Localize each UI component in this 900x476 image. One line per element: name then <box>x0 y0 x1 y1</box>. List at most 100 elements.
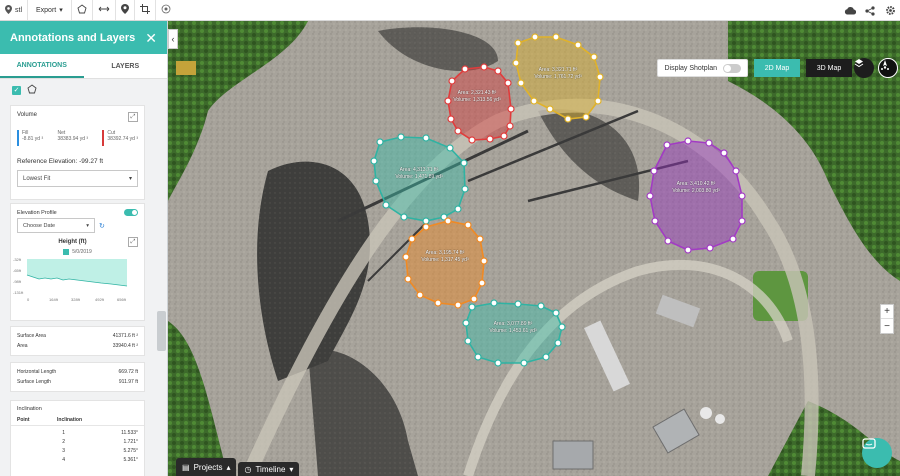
measure-tool[interactable] <box>93 0 116 20</box>
choose-date-select[interactable]: Choose Date ▾ <box>17 218 95 233</box>
shotplan-switch[interactable] <box>723 63 741 73</box>
collapse-sidebar-button[interactable]: ‹ <box>168 29 178 49</box>
bottom-bar: ▤ Projects ▴ ◷ Timeline ▾ <box>176 458 300 476</box>
location-selector[interactable]: stl <box>0 0 28 20</box>
net-value: 38383.94 yd ³ <box>57 136 89 142</box>
chart-legend: 5/0/2019 <box>11 247 144 255</box>
polygon-icon[interactable] <box>27 81 37 99</box>
export-menu[interactable]: Export ▾ <box>28 0 72 20</box>
chevron-down-icon: ▾ <box>59 7 63 14</box>
polygon-label: Area: 3,410.42 ft² Volume: 2,003.80 yd³ <box>663 181 729 195</box>
inclination-value: 5.361° <box>123 457 138 463</box>
target-tool[interactable] <box>156 0 176 20</box>
horizontal-length-value: 669.72 ft <box>118 369 138 375</box>
table-row: 3 5.275° <box>11 448 144 454</box>
view-3d-button[interactable]: 3D Map <box>806 59 852 77</box>
target-icon <box>161 4 171 16</box>
table-row: 4 5.361° <box>11 457 144 463</box>
x-tick: 492ft <box>95 297 105 302</box>
close-icon[interactable]: ✕ <box>145 31 157 45</box>
sidebar-scrollbar[interactable] <box>157 311 166 351</box>
cut-stat: Cut 38392.74 yd ³ <box>102 130 138 146</box>
net-stat: Net 38383.94 yd ³ <box>57 130 88 146</box>
cut-fill-row: Fill -8.81 yd ³ Net 38383.94 yd ³ Cut 38392… <box>11 122 144 146</box>
crop-tool[interactable] <box>135 0 156 20</box>
area-label: Area <box>17 343 28 349</box>
annotation-filter-row: ✓ <box>0 79 167 101</box>
tab-layers[interactable]: LAYERS <box>84 54 168 78</box>
polygon-volume: Volume: 2,003.80 yd³ <box>672 188 720 194</box>
chevron-up-icon: ▴ <box>226 462 231 472</box>
inclination-point: 3 <box>62 448 65 454</box>
shotplan-toggle[interactable]: Display Shotplan <box>657 59 748 77</box>
polygon-volume: Volume: 1,313.56 yd³ <box>453 97 501 103</box>
polygon-label: Area: 4,313.71 ft² Volume: 1,471.89 yd³ <box>386 167 452 181</box>
table-row: 1 11.533° <box>11 430 144 436</box>
polygon-label: Area: 2,321.43 ft² Volume: 1,313.56 yd³ <box>444 90 510 104</box>
refresh-icon[interactable]: ↻ <box>99 222 105 230</box>
inclination-value: 5.275° <box>123 448 138 454</box>
table-row: 2 1.721° <box>11 439 144 445</box>
chat-button[interactable] <box>862 438 892 468</box>
polygon-volume: Volume: 1,761.72 yd³ <box>534 74 582 80</box>
settings-icon[interactable] <box>884 5 896 17</box>
length-card: Horizontal Length 669.72 ft Surface Lengt… <box>10 362 145 392</box>
zoom-controls: + − <box>880 304 894 334</box>
polygon-tool[interactable] <box>72 0 93 20</box>
location-label: stl <box>15 6 22 14</box>
surface-area-row: Surface Area 41371.6 ft ² <box>11 333 144 339</box>
export-label: Export <box>36 6 57 14</box>
cloud-icon[interactable] <box>844 5 856 17</box>
shotplan-label: Display Shotplan <box>664 64 717 72</box>
projects-button[interactable]: ▤ Projects ▴ <box>176 458 237 476</box>
share-icon[interactable] <box>864 5 876 17</box>
polygon-label: Area: 3,195.74 ft² Volume: 1,317.45 yd³ <box>412 250 478 264</box>
polygon-volume: Volume: 1,317.45 yd³ <box>421 257 469 263</box>
area-card: Surface Area 41371.6 ft ² Area 33940.4 ft … <box>10 326 145 356</box>
sidebar-tabs: ANNOTATIONS LAYERS <box>0 54 167 79</box>
fit-method-select[interactable]: Lowest Fit ▾ <box>17 170 138 187</box>
horizontal-length-row: Horizontal Length 669.72 ft <box>11 369 144 375</box>
surface-area-label: Surface Area <box>17 333 46 339</box>
polygon-icon <box>77 4 87 16</box>
elevation-area <box>27 259 127 286</box>
inclination-value: 11.533° <box>121 430 138 436</box>
polygon-area: Area: 3,321.71 ft² <box>538 67 578 73</box>
compass-icon[interactable] <box>878 58 898 78</box>
polygon-area: Area: 2,321.43 ft² <box>457 90 497 96</box>
select-all-checkbox[interactable]: ✓ <box>12 85 21 95</box>
column-header: Point <box>17 417 30 423</box>
polygon-label: Area: 3,077.89 ft² Volume: 1,453.61 yd³ <box>480 321 546 335</box>
expand-icon[interactable]: ⤢ <box>128 237 138 247</box>
x-tick: 328ft <box>71 297 81 302</box>
x-tick: 656ft <box>117 297 127 302</box>
expand-icon[interactable]: ⤢ <box>128 112 138 122</box>
timeline-label: Timeline <box>255 464 286 474</box>
view-2d-button[interactable]: 2D Map <box>754 59 800 77</box>
inclination-header: Point Inclination <box>11 412 144 426</box>
marker-icon <box>120 4 129 16</box>
reference-elevation: Reference Elevation: -99.27 ft <box>17 158 103 165</box>
timeline-button[interactable]: ◷ Timeline ▾ <box>238 462 300 476</box>
area-row: Area 33940.4 ft ² <box>11 343 144 349</box>
zoom-in-button[interactable]: + <box>881 305 893 319</box>
legend-date: 5/0/2019 <box>72 249 92 255</box>
document-icon: ▤ <box>182 462 190 472</box>
sidebar-title: Annotations and Layers <box>10 31 136 44</box>
aerial-map[interactable]: Area: 2,321.43 ft² Volume: 1,313.56 yd³ … <box>168 21 900 476</box>
tab-annotations[interactable]: ANNOTATIONS <box>0 54 84 78</box>
surface-length-row: Surface Length 911.97 ft <box>11 379 144 385</box>
surface-length-label: Surface Length <box>17 379 51 385</box>
y-tick: -32ft <box>13 257 22 262</box>
marker-tool[interactable] <box>116 0 135 20</box>
polygon-area: Area: 3,410.42 ft² <box>676 181 716 187</box>
layers-icon[interactable] <box>854 58 874 78</box>
volume-card: Volume ⤢ Fill -8.81 yd ³ Net 38383.94 yd ³… <box>10 105 145 200</box>
projects-label: Projects <box>193 462 223 472</box>
elevation-toggle[interactable] <box>124 209 138 216</box>
chevron-down-icon: ▾ <box>128 176 132 182</box>
fit-method-value: Lowest Fit <box>23 175 51 182</box>
aerial-imagery <box>168 21 900 476</box>
zoom-out-button[interactable]: − <box>881 319 893 333</box>
volume-heading: Volume <box>17 112 38 118</box>
